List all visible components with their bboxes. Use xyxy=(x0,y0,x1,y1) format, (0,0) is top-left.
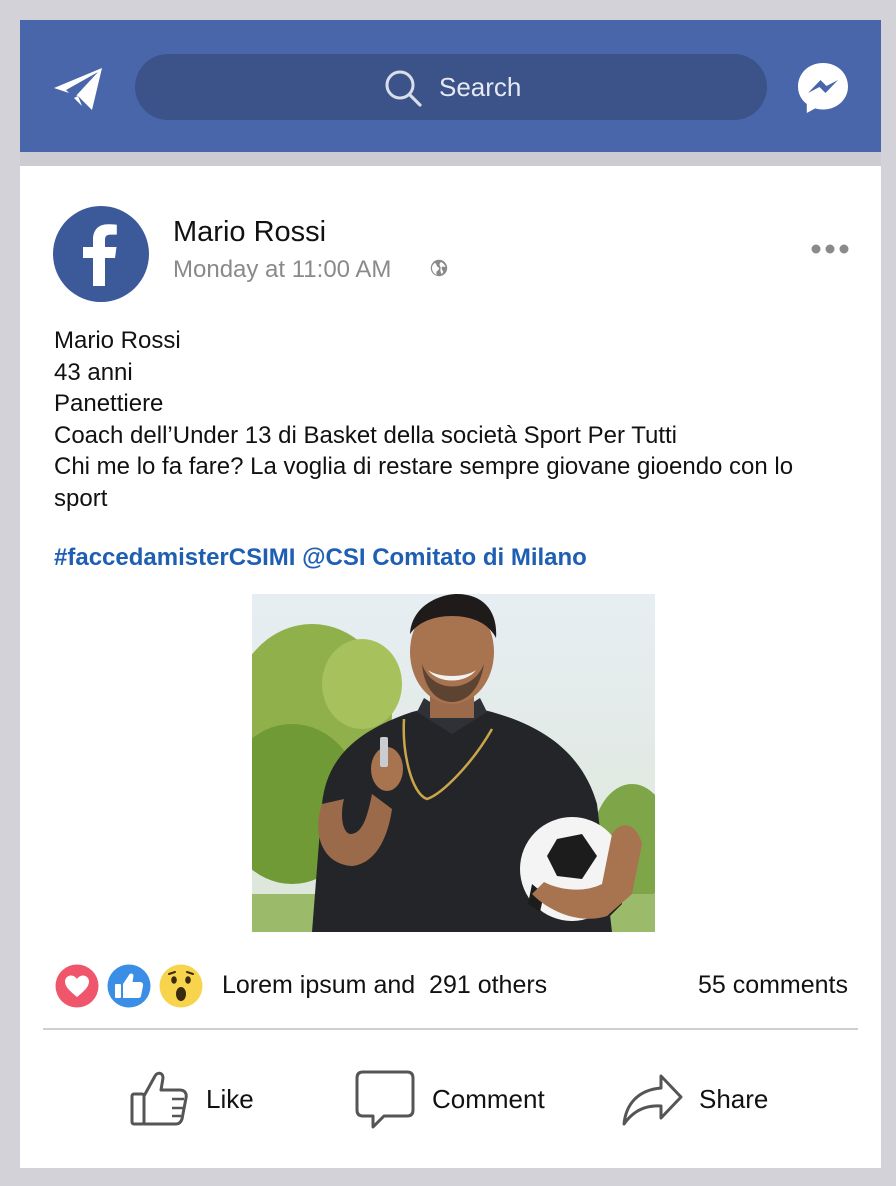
post-line: Chi me lo fa fare? La voglia di restare … xyxy=(54,453,794,480)
reaction-icons[interactable] xyxy=(53,962,207,1010)
comment-button[interactable]: Comment xyxy=(354,1064,545,1134)
post-photo[interactable] xyxy=(252,594,655,932)
search-icon xyxy=(385,70,422,107)
post-card: Search Mario Rossi Monday at 11:00 AM Ma… xyxy=(20,20,881,1168)
like-button[interactable]: Like xyxy=(128,1064,254,1134)
share-label: Share xyxy=(699,1083,769,1114)
post-line: Mario Rossi xyxy=(54,327,181,354)
share-button[interactable]: Share xyxy=(621,1064,768,1134)
divider xyxy=(43,1028,858,1030)
search-input[interactable]: Search xyxy=(439,54,521,120)
speech-bubble-icon xyxy=(355,1070,415,1129)
post-line: 43 anni xyxy=(54,358,133,386)
thumbs-up-icon xyxy=(106,963,152,1009)
post-body: Mario Rossi 43 anni Panettiere Coach del… xyxy=(54,325,854,514)
share-arrow-icon xyxy=(622,1074,683,1126)
facebook-logo-avatar[interactable] xyxy=(53,206,149,302)
like-label: Like xyxy=(206,1083,254,1114)
post-line: Coach dell’Under 13 di Basket della soci… xyxy=(54,421,678,449)
globe-icon xyxy=(430,259,448,277)
messenger-icon[interactable] xyxy=(795,60,851,116)
paper-plane-icon[interactable] xyxy=(52,66,104,112)
heart-icon xyxy=(54,963,100,1009)
search-bar[interactable]: Search xyxy=(135,54,767,120)
post-line: sport xyxy=(54,484,108,512)
thumbs-up-icon xyxy=(130,1071,188,1126)
top-bar-shadow xyxy=(20,152,881,166)
comment-label: Comment xyxy=(432,1083,545,1114)
post-line: Panettiere xyxy=(54,390,164,417)
more-options-icon[interactable] xyxy=(810,242,850,256)
post-timestamp[interactable]: Monday at 11:00 AM xyxy=(173,256,391,284)
hashtag-mention-links[interactable]: #faccedamisterCSIMI @CSI Comitato di Mil… xyxy=(54,544,587,572)
wow-icon xyxy=(158,963,204,1009)
comments-count[interactable]: 55 comments xyxy=(698,971,848,1000)
author-name[interactable]: Mario Rossi xyxy=(173,216,326,249)
top-bar: Search xyxy=(20,20,881,152)
reactions-summary[interactable]: Lorem ipsum and 291 others xyxy=(222,971,547,1000)
